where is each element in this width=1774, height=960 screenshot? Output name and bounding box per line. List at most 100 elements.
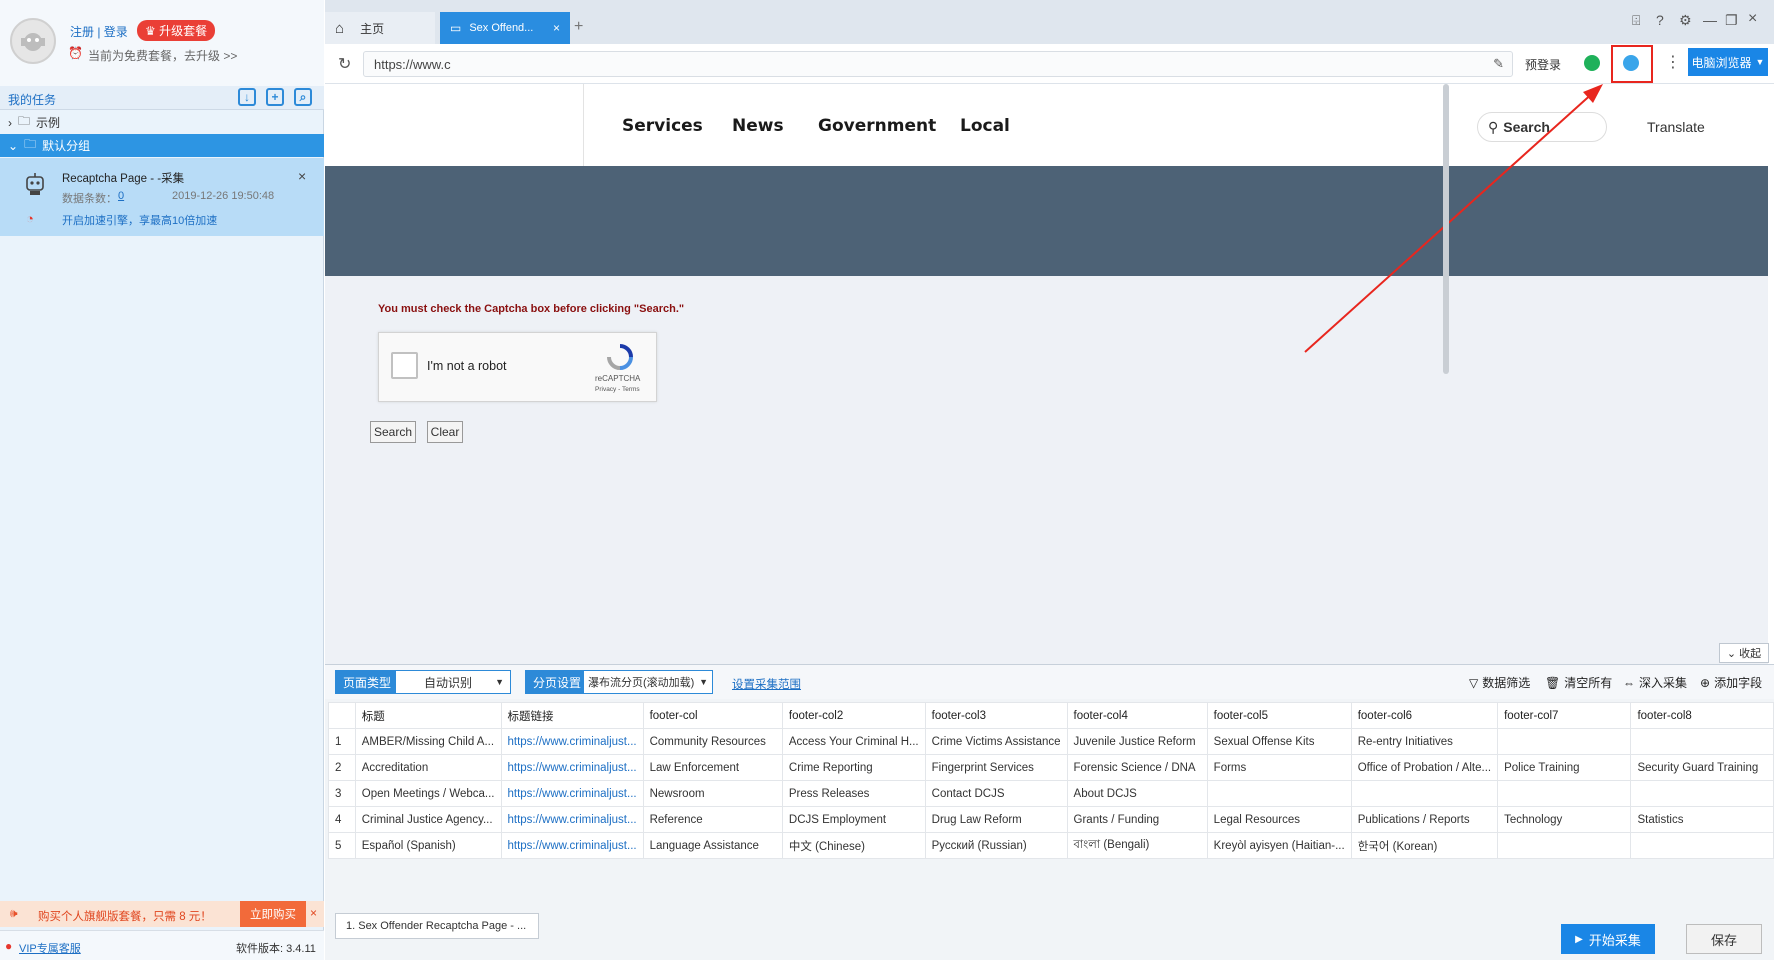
column-header[interactable]: footer-col5 [1206,702,1352,729]
pagination-select[interactable]: 瀑布流分页(滚动加载) ▼ [583,670,713,694]
tab-sex-offender[interactable]: ▭ Sex Offend... × [440,12,570,44]
table-cell[interactable]: Statistics [1630,806,1774,833]
task-card[interactable]: Recaptcha Page - -采集 × 数据条数： 0 2019-12-2… [0,158,324,236]
table-cell[interactable]: Fingerprint Services [924,754,1068,781]
table-cell[interactable]: Русский (Russian) [924,832,1068,859]
url-input[interactable]: https://www.c ✎ [363,51,1513,77]
set-range-link[interactable]: 设置采集范围 [732,676,801,692]
table-cell[interactable]: Language Assistance [642,832,783,859]
table-cell[interactable]: Contact DCJS [924,780,1068,807]
close-window-icon[interactable]: × [1748,10,1757,28]
column-header[interactable]: footer-col8 [1630,702,1774,729]
column-header[interactable]: footer-col4 [1066,702,1208,729]
gift-icon[interactable]: ⌹ [1632,12,1640,29]
table-cell[interactable] [1497,780,1632,807]
table-cell[interactable] [1630,780,1774,807]
table-cell[interactable] [1630,832,1774,859]
table-cell[interactable]: Newsroom [642,780,783,807]
table-cell[interactable]: Kreyòl ayisyen (Haitian-... [1206,832,1352,859]
table-cell[interactable]: Open Meetings / Webca... [354,780,502,807]
table-cell[interactable]: 한국어 (Korean) [1350,832,1499,859]
table-cell[interactable]: Crime Reporting [781,754,926,781]
table-cell[interactable]: Publications / Reports [1350,806,1499,833]
table-cell[interactable]: Criminal Justice Agency... [354,806,502,833]
table-cell[interactable]: About DCJS [1066,780,1208,807]
task-count[interactable]: 0 [118,190,124,202]
tab-home[interactable]: ⌂ 主页 [325,12,435,44]
column-header[interactable]: 标题 [354,702,502,729]
add-field-button[interactable]: ⊕ 添加字段 [1700,674,1762,691]
extension-green-icon[interactable] [1584,55,1600,71]
table-cell[interactable]: https://www.criminaljust... [500,728,644,755]
table-cell[interactable] [1206,780,1352,807]
table-cell[interactable]: https://www.criminaljust... [500,754,644,781]
gear-icon[interactable]: ⚙ [1679,12,1692,29]
table-cell[interactable]: Drug Law Reform [924,806,1068,833]
buy-now-button[interactable]: 立即购买 [240,901,306,927]
column-header[interactable]: footer-col2 [781,702,926,729]
tree-item-default-group[interactable]: ⌄ 🗀 默认分组 [0,134,324,157]
search-task-icon[interactable]: ⌕ [294,88,312,106]
deep-collect-button[interactable]: ⇔ 深入采集 [1623,674,1687,691]
boost-link[interactable]: 开启加速引擎，享最高10倍加速 [62,212,217,228]
close-promo-icon[interactable]: × [310,906,317,920]
table-cell[interactable]: Law Enforcement [642,754,783,781]
more-icon[interactable]: ⋮ [1665,52,1681,72]
close-tab-icon[interactable]: × [553,21,560,35]
filter-data-button[interactable]: ▽ 数据筛选 [1469,674,1530,691]
column-header[interactable]: footer-col7 [1497,702,1632,729]
table-cell[interactable]: Forensic Science / DNA [1066,754,1208,781]
page-scrollbar[interactable] [1443,84,1449,374]
help-icon[interactable]: ? [1656,12,1664,28]
table-cell[interactable]: Español (Spanish) [354,832,502,859]
vip-support-link[interactable]: VIP专属客服 [19,940,81,956]
table-cell[interactable] [1630,728,1774,755]
login-links[interactable]: 注册 | 登录 [70,23,128,40]
table-cell[interactable]: Security Guard Training [1630,754,1774,781]
table-cell[interactable]: Sexual Offense Kits [1206,728,1352,755]
column-header[interactable]: footer-col6 [1350,702,1499,729]
page-type-select[interactable]: 自动识别 ▼ [395,670,511,694]
table-cell[interactable]: Police Training [1497,754,1632,781]
table-cell[interactable]: https://www.criminaljust... [500,780,644,807]
table-cell[interactable]: Technology [1497,806,1632,833]
table-cell[interactable]: Forms [1206,754,1352,781]
table-cell[interactable]: Accreditation [354,754,502,781]
table-cell[interactable]: Grants / Funding [1066,806,1208,833]
save-button[interactable]: 保存 [1686,924,1762,954]
table-cell[interactable]: https://www.criminaljust... [500,806,644,833]
collapse-button[interactable]: ⌄ 收起 [1719,643,1769,663]
table-cell[interactable]: Reference [642,806,783,833]
table-cell[interactable]: Office of Probation / Alte... [1350,754,1499,781]
table-cell[interactable] [1350,780,1499,807]
sheet-tab[interactable]: 1. Sex Offender Recaptcha Page - ... [335,913,539,939]
add-task-icon[interactable]: + [266,88,284,106]
extension-blue-icon[interactable] [1623,55,1639,71]
pre-login-button[interactable]: 预登录 [1525,56,1561,73]
table-cell[interactable] [1497,728,1632,755]
reload-icon[interactable]: ↻ [338,54,351,74]
table-cell[interactable]: Press Releases [781,780,926,807]
restore-icon[interactable]: ❐ [1725,12,1738,29]
browser-mode-button[interactable]: 电脑浏览器 ▼ [1688,48,1768,76]
table-cell[interactable]: Community Resources [642,728,783,755]
close-icon[interactable]: × [298,168,306,184]
clear-all-button[interactable]: 🗑 清空所有 [1545,674,1612,691]
column-header[interactable]: footer-col [642,702,783,729]
table-cell[interactable]: Access Your Criminal H... [781,728,926,755]
table-cell[interactable]: AMBER/Missing Child A... [354,728,502,755]
import-task-icon[interactable]: ↓ [238,88,256,106]
table-cell[interactable]: https://www.criminaljust... [500,832,644,859]
column-header[interactable]: footer-col3 [924,702,1068,729]
table-cell[interactable] [1497,832,1632,859]
table-cell[interactable]: Re-entry Initiatives [1350,728,1499,755]
start-collect-button[interactable]: ▶ 开始采集 [1561,924,1655,954]
table-cell[interactable]: বাংলা (Bengali) [1066,832,1208,859]
upgrade-badge[interactable]: ♛ 升级套餐 [137,20,216,41]
minimize-icon[interactable]: — [1703,12,1717,28]
new-tab-button[interactable]: + [574,18,583,36]
table-cell[interactable]: Crime Victims Assistance [924,728,1068,755]
table-cell[interactable]: 中文 (Chinese) [781,832,926,859]
table-cell[interactable]: Juvenile Justice Reform [1066,728,1208,755]
tree-item-examples[interactable]: › 🗀 示例 [0,111,324,134]
